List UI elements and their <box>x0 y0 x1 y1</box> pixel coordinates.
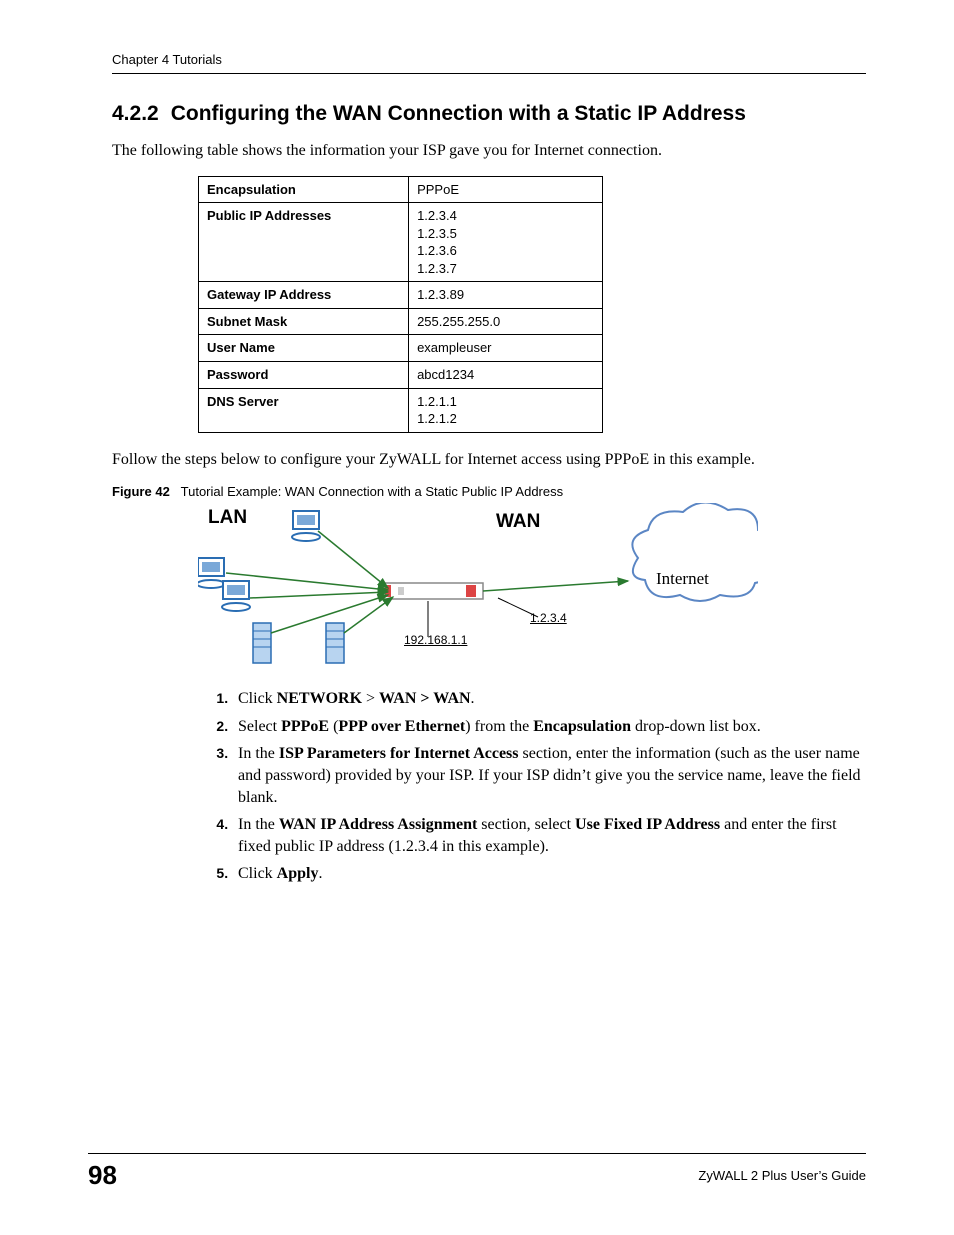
table-row: User Nameexampleuser <box>199 335 603 362</box>
table-label: Subnet Mask <box>199 308 409 335</box>
diagram-public-ip: 1.2.3.4 <box>530 611 567 625</box>
table-row: EncapsulationPPPoE <box>199 176 603 203</box>
section-heading: 4.2.2 Configuring the WAN Connection with… <box>112 102 866 126</box>
table-value: 255.255.255.0 <box>409 308 603 335</box>
figure-label: Figure 42 <box>112 484 170 499</box>
step-3: In the ISP Parameters for Internet Acces… <box>232 743 866 808</box>
table-value: PPPoE <box>409 176 603 203</box>
page-number: 98 <box>88 1160 117 1191</box>
intro-paragraph: The following table shows the informatio… <box>112 140 866 162</box>
table-label: Encapsulation <box>199 176 409 203</box>
table-value: 1.2.3.41.2.3.51.2.3.61.2.3.7 <box>409 203 603 282</box>
table-row: DNS Server1.2.1.11.2.1.2 <box>199 388 603 432</box>
running-header: Chapter 4 Tutorials <box>112 52 866 67</box>
follow-paragraph: Follow the steps below to configure your… <box>112 449 866 471</box>
page-footer: 98 ZyWALL 2 Plus User’s Guide <box>88 1153 866 1191</box>
table-label: User Name <box>199 335 409 362</box>
diagram-internet-label: Internet <box>656 569 709 589</box>
figure-caption: Figure 42 Tutorial Example: WAN Connecti… <box>112 484 866 499</box>
table-value: abcd1234 <box>409 361 603 388</box>
table-row: Subnet Mask255.255.255.0 <box>199 308 603 335</box>
diagram-lan-label: LAN <box>208 507 247 529</box>
step-4: In the WAN IP Address Assignment section… <box>232 814 866 857</box>
guide-name: ZyWALL 2 Plus User’s Guide <box>698 1168 866 1183</box>
isp-info-table: EncapsulationPPPoEPublic IP Addresses1.2… <box>198 176 603 433</box>
table-value: 1.2.1.11.2.1.2 <box>409 388 603 432</box>
section-title-text: Configuring the WAN Connection with a St… <box>171 102 746 125</box>
footer-rule <box>88 1153 866 1154</box>
table-label: Public IP Addresses <box>199 203 409 282</box>
figure-caption-text: Tutorial Example: WAN Connection with a … <box>181 484 563 499</box>
table-label: DNS Server <box>199 388 409 432</box>
diagram-wan-label: WAN <box>496 511 540 533</box>
table-value: exampleuser <box>409 335 603 362</box>
step-2: Select PPPoE (PPP over Ethernet) from th… <box>232 716 866 738</box>
table-value: 1.2.3.89 <box>409 282 603 309</box>
table-row: Gateway IP Address1.2.3.89 <box>199 282 603 309</box>
document-page: Chapter 4 Tutorials 4.2.2 Configuring the… <box>0 0 954 1235</box>
network-diagram: LAN WAN Internet 192.168.1.1 1.2.3.4 <box>198 503 758 678</box>
step-1: Click NETWORK > WAN > WAN. <box>232 688 866 710</box>
step-5: Click Apply. <box>232 863 866 885</box>
header-rule <box>112 73 866 74</box>
diagram-router-ip: 192.168.1.1 <box>404 633 467 647</box>
table-label: Password <box>199 361 409 388</box>
table-row: Passwordabcd1234 <box>199 361 603 388</box>
steps-list: Click NETWORK > WAN > WAN. Select PPPoE … <box>198 688 866 885</box>
section-number: 4.2.2 <box>112 102 159 126</box>
table-row: Public IP Addresses1.2.3.41.2.3.51.2.3.6… <box>199 203 603 282</box>
table-label: Gateway IP Address <box>199 282 409 309</box>
